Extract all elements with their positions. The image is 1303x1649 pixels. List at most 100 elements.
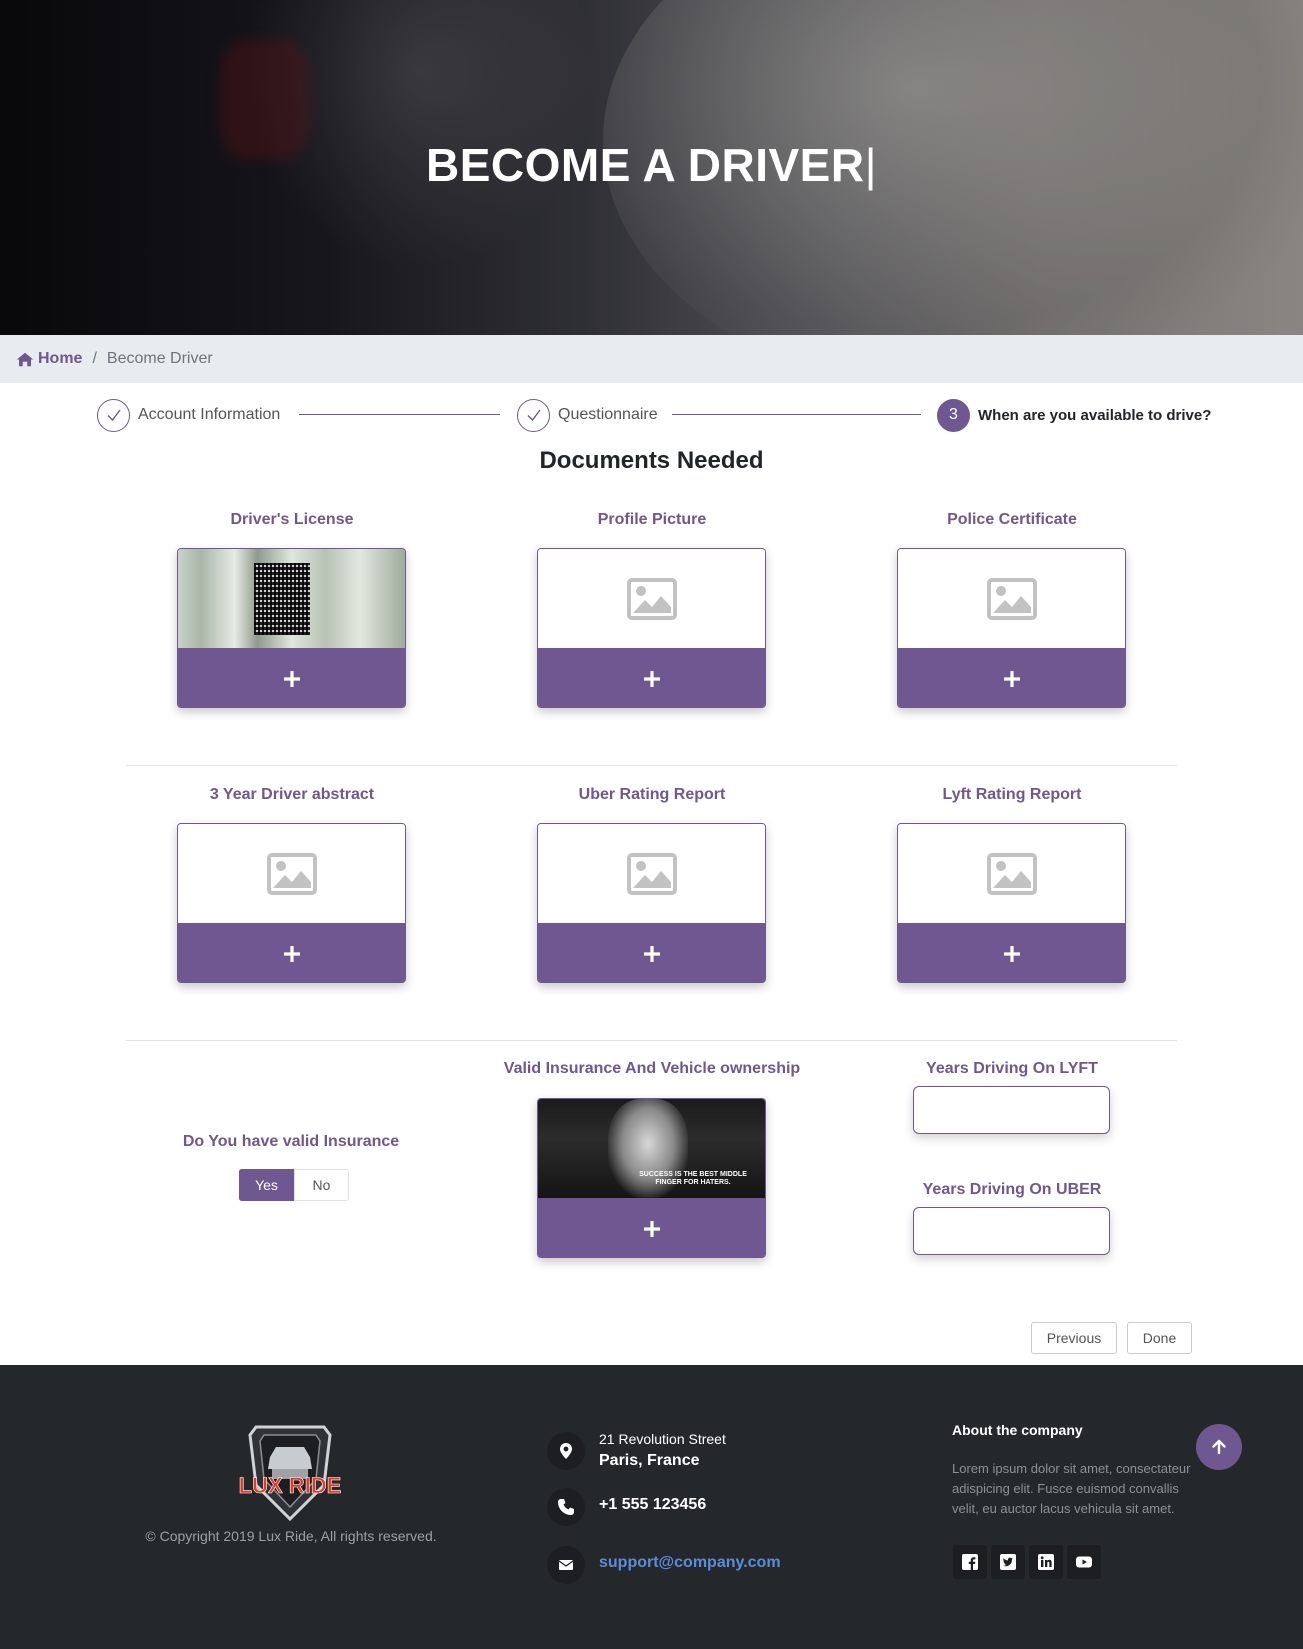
upload-label-lyft-rating: Lyft Rating Report (942, 786, 1082, 803)
youtube-icon (1076, 1556, 1092, 1568)
image-icon (986, 852, 1037, 895)
add-police-certificate-button[interactable] (898, 648, 1125, 707)
arrow-up-icon (1212, 1439, 1226, 1455)
location-pin-icon (560, 1443, 572, 1459)
insurance-yes-option[interactable]: Yes (239, 1169, 294, 1201)
linkedin-icon (1038, 1554, 1054, 1570)
upload-card-profile-picture (537, 548, 766, 708)
scroll-to-top-button[interactable] (1196, 1424, 1242, 1470)
step-connector (299, 414, 500, 415)
image-icon (626, 577, 677, 620)
about-heading: About the company (952, 1422, 1083, 1438)
step-label: Account Information (138, 406, 281, 423)
upload-label-driver-abstract: 3 Year Driver abstract (209, 786, 375, 803)
upload-label-profile-picture: Profile Picture (597, 511, 707, 528)
twitter-icon (1000, 1554, 1016, 1570)
row-divider (126, 1040, 1177, 1041)
step-label: Questionnaire (558, 406, 658, 423)
svg-text:LUX RIDE: LUX RIDE (239, 1473, 342, 1498)
copyright-text: © Copyright 2019 Lux Ride, All rights re… (145, 1528, 437, 1544)
step-questionnaire[interactable]: Questionnaire (517, 398, 658, 432)
facebook-link[interactable] (953, 1545, 987, 1579)
upload-card-uber-rating (537, 823, 766, 983)
check-icon (107, 409, 121, 422)
breadcrumb: Home / Become Driver (0, 335, 1303, 383)
breadcrumb-home-label: Home (38, 350, 83, 367)
add-driver-abstract-button[interactable] (178, 923, 405, 982)
support-email-link[interactable]: support@company.com (599, 1554, 781, 1572)
upload-label-uber-rating: Uber Rating Report (578, 786, 726, 803)
plus-icon (283, 670, 300, 687)
row-divider (126, 765, 1177, 766)
plus-icon (1003, 945, 1020, 962)
image-placeholder (898, 824, 1125, 923)
insurance-no-option[interactable]: No (294, 1169, 349, 1201)
about-text: Lorem ipsum dolor sit amet, consectateur… (952, 1461, 1191, 1516)
image-placeholder (538, 549, 765, 648)
insurance-question: Do You have valid Insurance (182, 1133, 400, 1150)
plus-icon (283, 945, 300, 962)
upload-card-insurance: SUCCESS IS THE BEST MIDDLE FINGER FOR HA… (537, 1098, 766, 1258)
image-icon (986, 577, 1037, 620)
years-uber-input[interactable] (913, 1207, 1110, 1255)
wizard-stepper: Account Information Questionnaire 3 When… (0, 398, 1303, 432)
phone-icon (558, 1499, 574, 1515)
linkedin-link[interactable] (1029, 1545, 1063, 1579)
upload-label-insurance: Valid Insurance And Vehicle ownership (503, 1060, 801, 1077)
image-placeholder (538, 824, 765, 923)
image-icon (626, 852, 677, 895)
plus-icon (1003, 670, 1020, 687)
plus-icon (643, 670, 660, 687)
years-lyft-input[interactable] (913, 1086, 1110, 1134)
step-number: 3 (937, 398, 970, 432)
photo-caption: SUCCESS IS THE BEST MIDDLE FINGER FOR HA… (639, 1171, 747, 1186)
step-connector (672, 414, 921, 415)
image-icon (266, 852, 317, 895)
upload-label-police-certificate: Police Certificate (947, 511, 1077, 528)
add-lyft-rating-button[interactable] (898, 923, 1125, 982)
phone-icon-badge (547, 1488, 585, 1526)
years-lyft-label: Years Driving On LYFT (926, 1060, 1098, 1077)
breadcrumb-home-link[interactable]: Home (16, 350, 82, 368)
home-icon (16, 352, 34, 366)
twitter-link[interactable] (991, 1545, 1025, 1579)
step-done-indicator (97, 398, 130, 432)
youtube-link[interactable] (1067, 1545, 1101, 1579)
done-button[interactable]: Done (1127, 1322, 1192, 1354)
step-done-indicator (517, 398, 550, 432)
upload-card-lyft-rating (897, 823, 1126, 983)
page-title: BECOME A DRIVER| (425, 139, 878, 191)
previous-button[interactable]: Previous (1031, 1322, 1117, 1354)
plus-icon (643, 945, 660, 962)
image-placeholder (178, 824, 405, 923)
years-uber-label: Years Driving On UBER (922, 1181, 1102, 1198)
upload-card-police-certificate (897, 548, 1126, 708)
upload-card-drivers-license (177, 548, 406, 708)
hero-banner: BECOME A DRIVER| (0, 0, 1303, 335)
add-insurance-button[interactable] (538, 1198, 765, 1257)
insurance-photo-preview: SUCCESS IS THE BEST MIDDLE FINGER FOR HA… (538, 1099, 765, 1198)
step-account-information[interactable]: Account Information (97, 398, 280, 432)
lux-ride-logo: LUX RIDE (238, 1425, 342, 1522)
add-uber-rating-button[interactable] (538, 923, 765, 982)
phone-number[interactable]: +1 555 123456 (599, 1496, 706, 1514)
drivers-license-preview (178, 549, 405, 648)
address-line-2: Paris, France (599, 1452, 700, 1469)
insurance-toggle: Yes No (239, 1169, 349, 1201)
step-label: When are you available to drive? (978, 406, 1212, 424)
location-icon-badge (547, 1432, 585, 1470)
add-drivers-license-button[interactable] (178, 648, 405, 707)
facebook-icon (962, 1554, 978, 1570)
typing-caret: | (864, 139, 878, 191)
envelope-icon (558, 1560, 574, 1570)
barcode-graphic (253, 562, 310, 635)
check-icon (527, 409, 541, 422)
plus-icon (643, 1220, 660, 1237)
image-placeholder (898, 549, 1125, 648)
add-profile-picture-button[interactable] (538, 648, 765, 707)
upload-label-drivers-license: Driver's License (230, 511, 354, 528)
section-title: Documents Needed (539, 447, 764, 474)
upload-card-driver-abstract (177, 823, 406, 983)
step-availability[interactable]: 3 When are you available to drive? (937, 398, 1211, 432)
breadcrumb-separator: / (92, 350, 97, 367)
